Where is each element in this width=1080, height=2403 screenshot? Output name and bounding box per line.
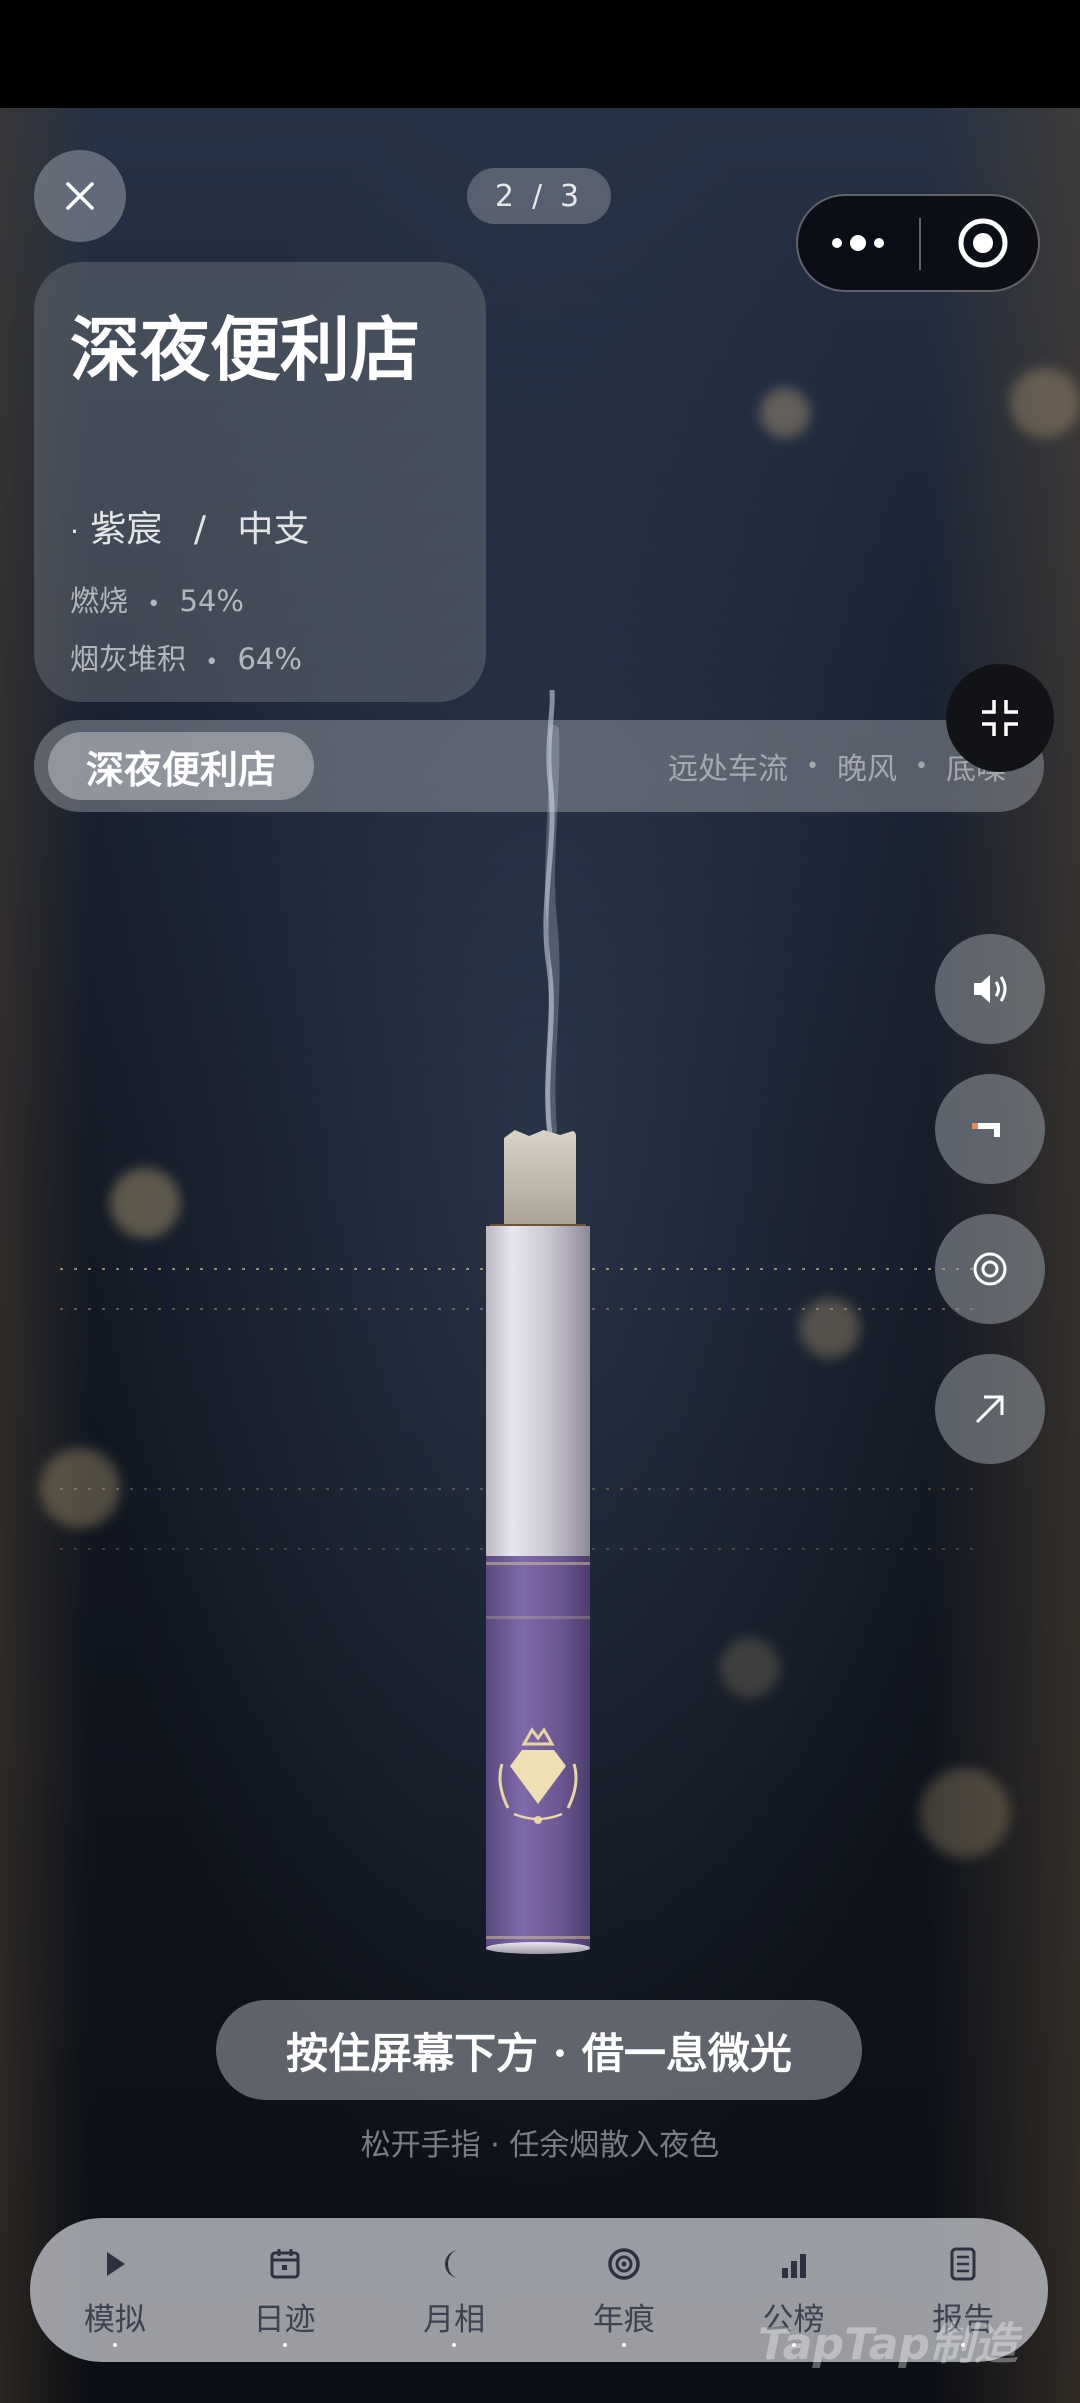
- product-title: 深夜便利店: [70, 308, 420, 391]
- tag-dot: •: [915, 753, 928, 779]
- target-icon: [973, 1252, 1007, 1286]
- ambient-tag: 远处车流: [668, 752, 789, 787]
- burn-label: 燃烧: [70, 584, 129, 618]
- cigarette-paper: [486, 1226, 590, 1556]
- arrow-up-right-icon: [975, 1395, 1004, 1424]
- filter-band: [486, 1936, 590, 1939]
- filter-tip: [486, 1942, 590, 1954]
- ash-label: 烟灰堆积: [70, 642, 187, 676]
- burn-stat: 燃烧 • 54%: [70, 578, 244, 620]
- burn-value: 54%: [179, 584, 244, 618]
- ash-stat: 烟灰堆积 • 64%: [70, 636, 302, 678]
- tab-label: 月相: [423, 2302, 486, 2338]
- smoke-trail: [543, 690, 560, 1138]
- cigarette-style-button[interactable]: [935, 1074, 1045, 1184]
- brand-name: 紫宸: [90, 509, 163, 550]
- tag-dot: •: [806, 753, 820, 779]
- bars-icon: [781, 2254, 806, 2278]
- tab-indicator: [112, 2343, 117, 2347]
- tab-daily[interactable]: 日迹: [200, 2218, 370, 2362]
- more-dot: [850, 235, 866, 251]
- tab-indicator: [621, 2343, 626, 2347]
- play-icon: [106, 2252, 125, 2276]
- tab-indicator: [282, 2343, 287, 2347]
- stat-dot: •: [147, 592, 161, 617]
- collapse-button[interactable]: [946, 664, 1054, 772]
- mini-program-capsule: [796, 194, 1040, 292]
- bokeh-light: [800, 1298, 860, 1358]
- stat-dot: •: [205, 650, 219, 675]
- capsule-divider: [919, 218, 921, 270]
- tab-yearly[interactable]: 年痕: [539, 2218, 709, 2362]
- tab-simulate[interactable]: 模拟: [30, 2218, 200, 2362]
- bokeh-light: [110, 1168, 180, 1238]
- share-button[interactable]: [935, 1354, 1045, 1464]
- bokeh-light: [920, 1768, 1010, 1858]
- brand-bullet: ·: [70, 515, 79, 548]
- release-hint: 松开手指 · 任余烟散入夜色: [360, 2128, 720, 2163]
- calendar-icon: [270, 2249, 299, 2279]
- ambient-tag: 晚风: [837, 752, 898, 787]
- active-scene-chip[interactable]: 深夜便利店: [48, 732, 315, 800]
- speaker-icon: [974, 975, 1007, 1003]
- more-button[interactable]: [798, 196, 918, 290]
- bokeh-light: [1010, 368, 1080, 438]
- cigarette[interactable]: [486, 1130, 590, 1954]
- collapse-icon: [982, 700, 1018, 736]
- page-separator: /: [531, 178, 547, 214]
- status-bar: [0, 0, 1080, 108]
- sound-button[interactable]: [935, 934, 1045, 1044]
- product-info-card: 深夜便利店 · 紫宸 / 中支 燃烧 • 54% 烟灰堆积 • 64%: [34, 262, 486, 702]
- ash-value: 64%: [237, 642, 302, 676]
- report-icon: [950, 2247, 976, 2281]
- ash-tip: [504, 1130, 576, 1230]
- spec-name: 中支: [237, 509, 310, 550]
- taptap-watermark: TapTap制造: [758, 2319, 1018, 2370]
- bokeh-light: [720, 1638, 780, 1698]
- tab-label: 年痕: [592, 2302, 655, 2338]
- press-hold-prompt[interactable]: 按住屏幕下方 · 借一息微光: [216, 2000, 862, 2100]
- more-dot: [874, 238, 884, 248]
- ring-icon: [608, 2248, 640, 2280]
- filter-band: [486, 1562, 590, 1565]
- more-dot: [832, 238, 842, 248]
- cigarette-icon: [972, 1123, 1000, 1137]
- page-indicator: 2 / 3: [467, 168, 611, 224]
- tab-label: 日迹: [253, 2302, 316, 2338]
- brand-separator: /: [193, 509, 206, 550]
- page-total: 3: [560, 178, 584, 214]
- page-current: 2: [494, 178, 518, 214]
- tab-indicator: [452, 2343, 457, 2347]
- filter-band: [486, 1616, 590, 1619]
- exit-target-icon[interactable]: [956, 216, 1010, 270]
- bokeh-light: [760, 388, 810, 438]
- brand-line: · 紫宸 / 中支: [70, 500, 309, 552]
- tab-label: 模拟: [83, 2302, 146, 2338]
- tab-moon[interactable]: 月相: [369, 2218, 539, 2362]
- focus-button[interactable]: [935, 1214, 1045, 1324]
- cigarette-filter: [486, 1556, 590, 1950]
- close-icon: [66, 182, 94, 210]
- close-button[interactable]: [34, 150, 126, 242]
- diamond-crest-icon: [498, 1727, 578, 1824]
- moon-icon: [445, 2250, 460, 2278]
